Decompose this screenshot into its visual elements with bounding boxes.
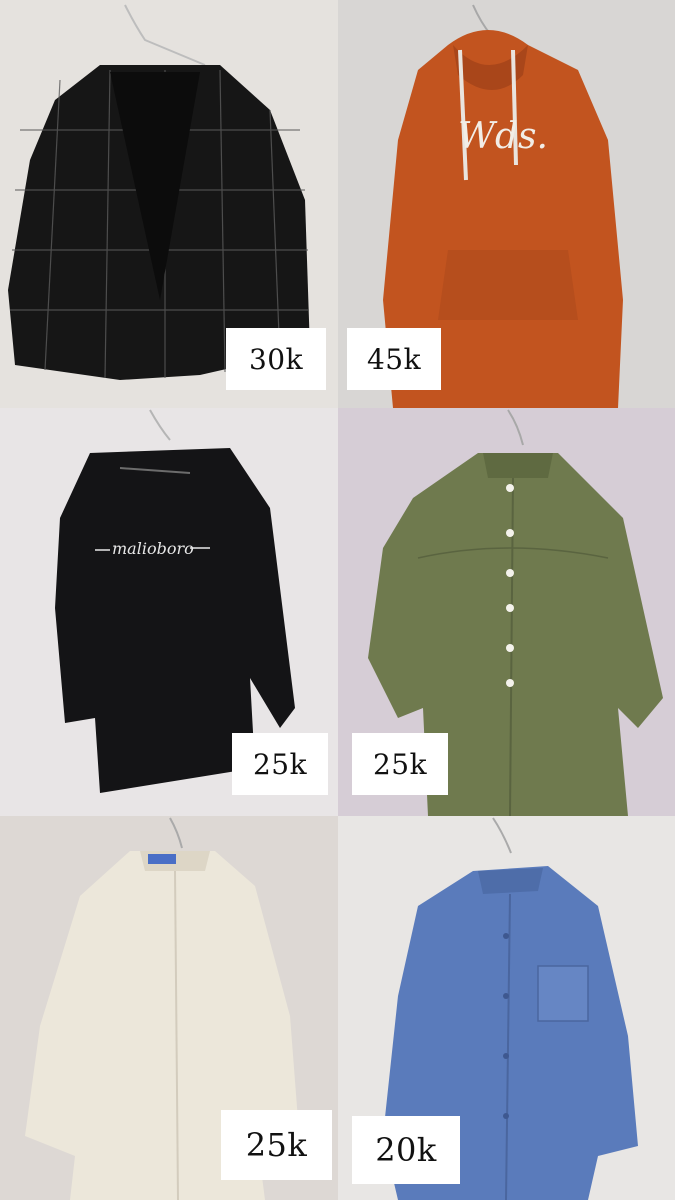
product-photo-white-long-shirt[interactable]: 25k	[0, 816, 338, 1200]
price-tag: 45k	[347, 328, 441, 390]
product-photo-black-plaid-cardigan[interactable]: 30k	[0, 0, 338, 408]
price-tag: 30k	[226, 328, 326, 390]
product-photo-blue-denim-shirt[interactable]: 20k	[338, 816, 675, 1200]
price-tag: 25k	[232, 733, 328, 795]
shirt-print-text: malioboro	[112, 539, 194, 558]
price-tag: 20k	[352, 1116, 460, 1184]
product-grid: 30k Wds. 45k malioboro 25k 25k 25k 20k	[0, 0, 675, 1200]
price-tag: 25k	[221, 1110, 332, 1180]
product-photo-orange-hoodie[interactable]: Wds. 45k	[338, 0, 675, 408]
price-tag: 25k	[352, 733, 448, 795]
hoodie-print-text: Wds.	[458, 116, 548, 157]
product-photo-black-malioboro-shirt[interactable]: malioboro 25k	[0, 408, 338, 816]
product-photo-olive-green-shirt[interactable]: 25k	[338, 408, 675, 816]
